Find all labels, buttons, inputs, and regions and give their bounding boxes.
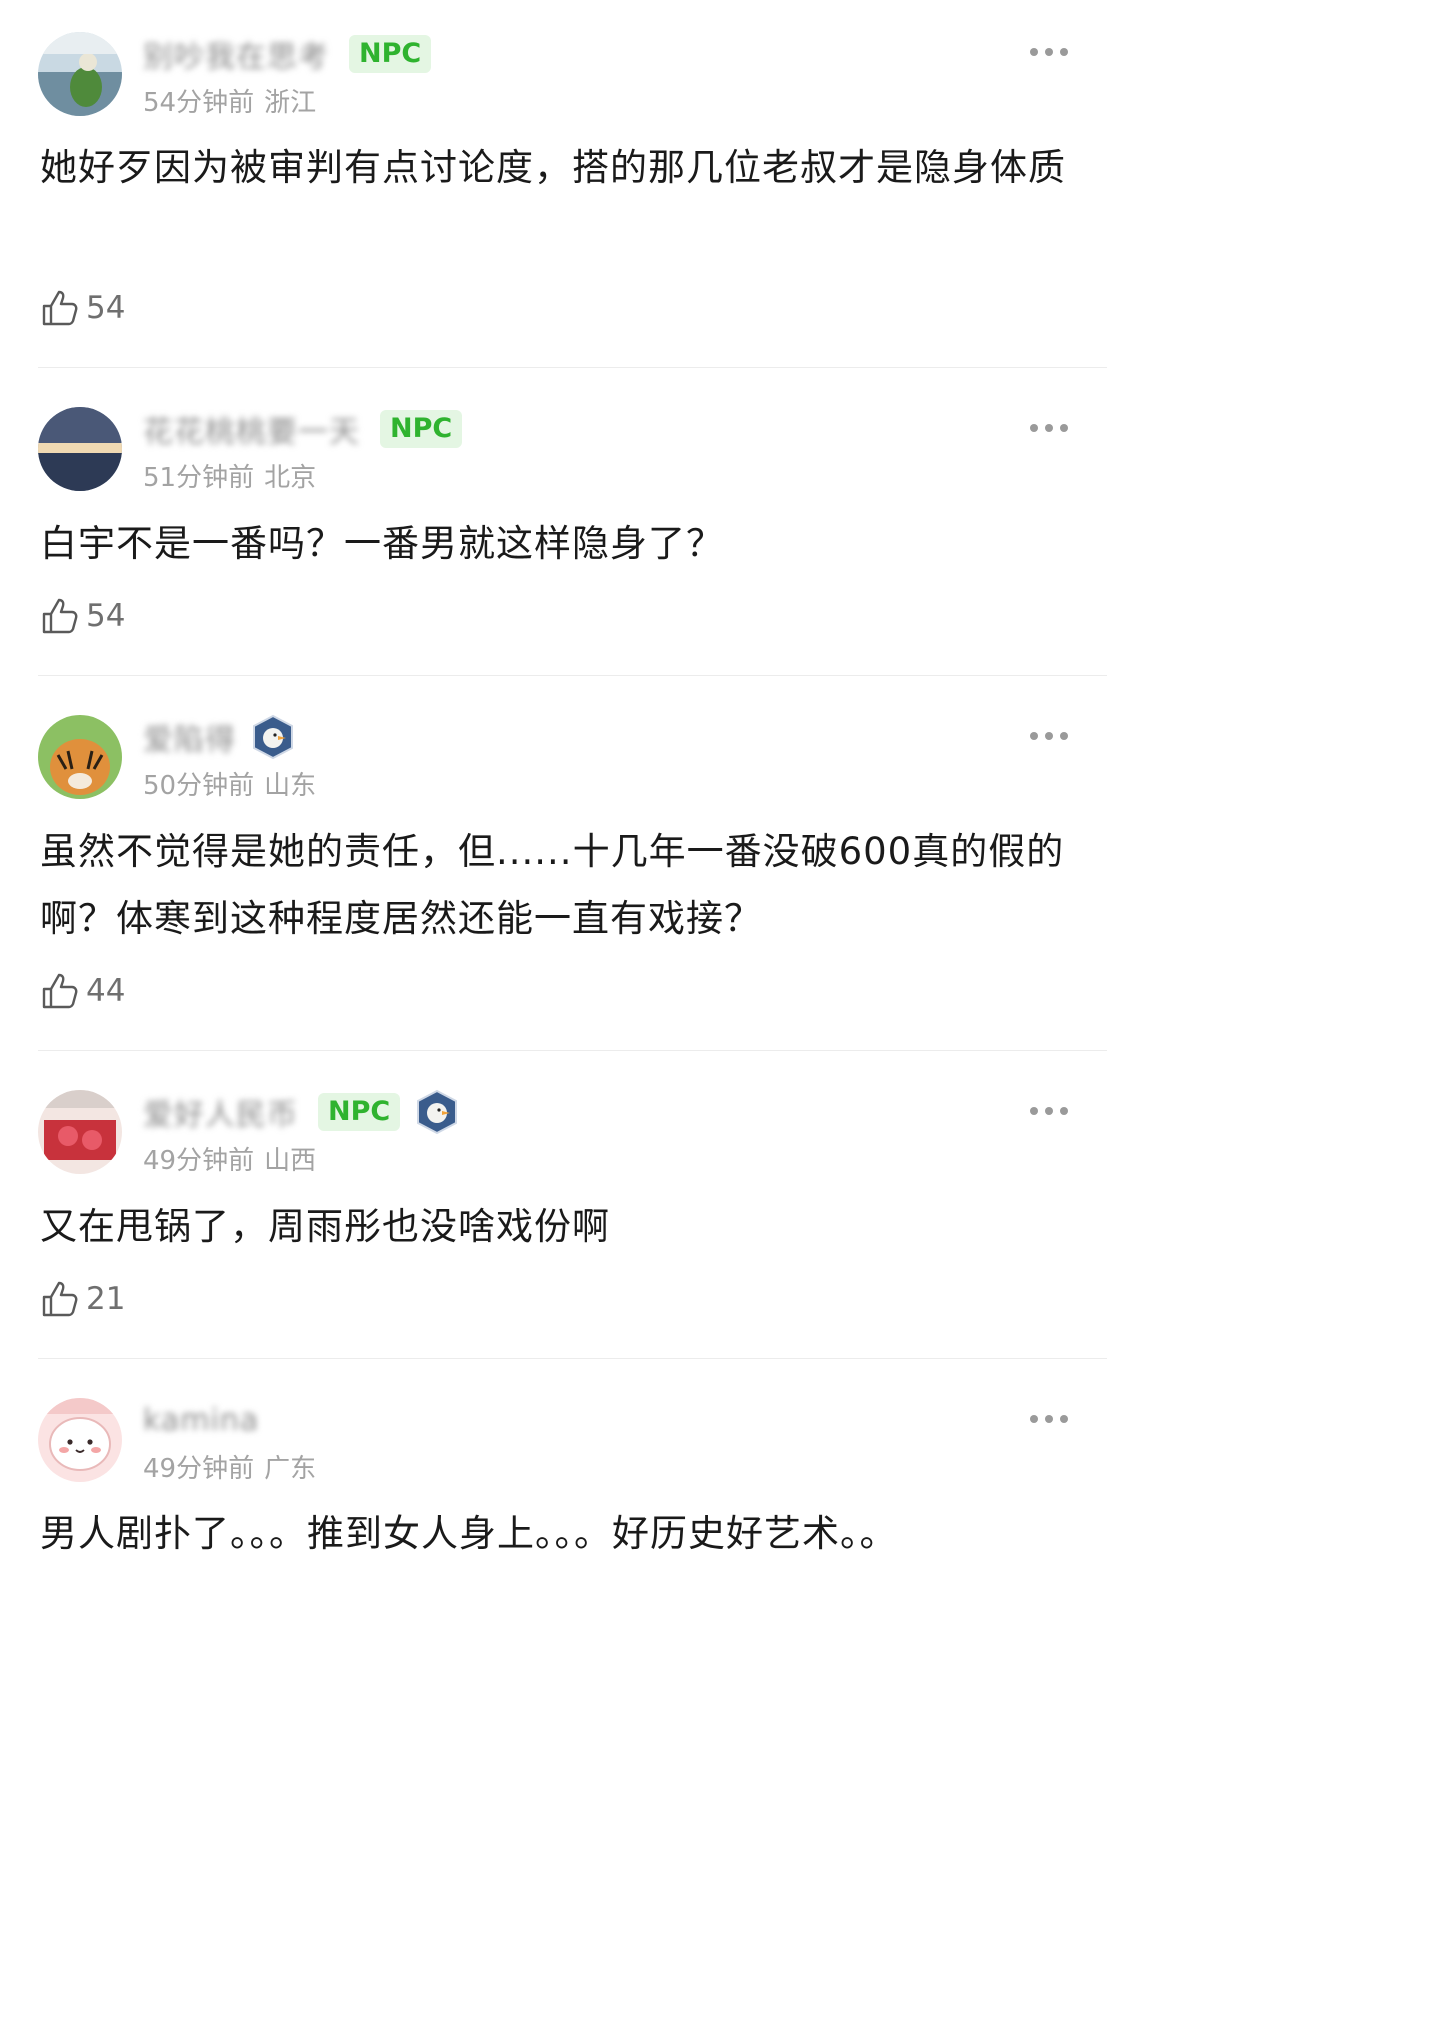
comment-time: 49分钟前 — [143, 1454, 255, 1484]
more-options-button[interactable] — [1029, 1104, 1069, 1118]
like-button[interactable]: 54 — [40, 594, 125, 638]
more-dots-icon — [1030, 1107, 1068, 1115]
comment-meta: 51分钟前 北京 — [143, 457, 316, 494]
comment-location: 山东 — [264, 771, 317, 801]
like-count: 44 — [86, 973, 126, 1009]
comment-time: 51分钟前 — [143, 463, 255, 493]
npc-badge: NPC — [318, 1093, 401, 1131]
duck-medal-icon[interactable] — [414, 1089, 460, 1135]
username[interactable]: 爱好人民币 — [143, 1090, 298, 1134]
more-dots-icon — [1030, 424, 1068, 432]
user-name-row: 别吵我在思考 NPC — [143, 32, 432, 76]
comment-time: 50分钟前 — [143, 771, 255, 801]
more-dots-icon — [1030, 1415, 1068, 1423]
thumbs-up-icon — [42, 973, 78, 1009]
like-count: 21 — [86, 1281, 126, 1317]
thumbs-up-icon — [42, 1281, 78, 1317]
comment-meta: 49分钟前 山西 — [143, 1140, 316, 1177]
comment-location: 浙江 — [264, 88, 317, 118]
avatar[interactable] — [38, 32, 122, 116]
user-name-row: 花花桃桃要一天 NPC — [143, 407, 463, 451]
like-button[interactable]: 44 — [40, 969, 125, 1013]
thumbs-up-icon — [42, 598, 78, 634]
user-name-row: 爱好人民币 NPC — [143, 1089, 460, 1135]
username[interactable]: kamina — [143, 1403, 259, 1438]
comment-text: 又在甩锅了，周雨彤也没啥戏份啊 — [40, 1205, 610, 1248]
more-options-button[interactable] — [1029, 1412, 1069, 1426]
more-dots-icon — [1030, 732, 1068, 740]
comment-text: 男人剧扑了。。。推到女人身上。。。好历史好艺术。。 — [40, 1512, 898, 1555]
duck-medal-icon[interactable] — [250, 714, 296, 760]
divider — [38, 675, 1107, 676]
avatar[interactable] — [38, 1398, 122, 1482]
comment-location: 北京 — [264, 463, 317, 493]
comment-text: 白宇不是一番吗？一番男就这样隐身了？ — [40, 522, 724, 565]
like-button[interactable]: 21 — [40, 1277, 125, 1321]
comment-text: 虽然不觉得是她的责任，但......十几年一番没破600真的假的啊？体寒到这种程… — [40, 830, 1065, 940]
comment-meta: 54分钟前 浙江 — [143, 82, 316, 119]
comment-time: 49分钟前 — [143, 1146, 255, 1176]
comment-location: 山西 — [264, 1146, 317, 1176]
comment-location: 广东 — [264, 1454, 317, 1484]
divider — [38, 367, 1107, 368]
user-name-row: kamina — [143, 1400, 259, 1440]
username[interactable]: 花花桃桃要一天 — [143, 407, 360, 451]
thumbs-up-icon — [42, 290, 78, 326]
npc-badge: NPC — [380, 410, 463, 448]
more-options-button[interactable] — [1029, 729, 1069, 743]
npc-badge: NPC — [349, 35, 432, 73]
more-options-button[interactable] — [1029, 45, 1069, 59]
comment-feed: 别吵我在思考 NPC 54分钟前 浙江 她好歹因为被审判有点讨论度，搭的那几位老叔… — [0, 0, 1107, 1568]
more-dots-icon — [1030, 48, 1068, 56]
avatar[interactable] — [38, 715, 122, 799]
username[interactable]: 爱陷得 — [143, 715, 236, 759]
like-button[interactable]: 54 — [40, 286, 125, 330]
avatar[interactable] — [38, 407, 122, 491]
avatar[interactable] — [38, 1090, 122, 1174]
comment-meta: 50分钟前 山东 — [143, 765, 316, 802]
user-name-row: 爱陷得 — [143, 714, 296, 760]
like-count: 54 — [86, 598, 126, 634]
divider — [38, 1358, 1107, 1359]
more-options-button[interactable] — [1029, 421, 1069, 435]
like-count: 54 — [86, 290, 126, 326]
comment-meta: 49分钟前 广东 — [143, 1448, 316, 1485]
divider — [38, 1050, 1107, 1051]
username[interactable]: 别吵我在思考 — [143, 32, 329, 76]
comment-time: 54分钟前 — [143, 88, 255, 118]
comment-text: 她好歹因为被审判有点讨论度，搭的那几位老叔才是隐身体质 — [40, 146, 1066, 189]
